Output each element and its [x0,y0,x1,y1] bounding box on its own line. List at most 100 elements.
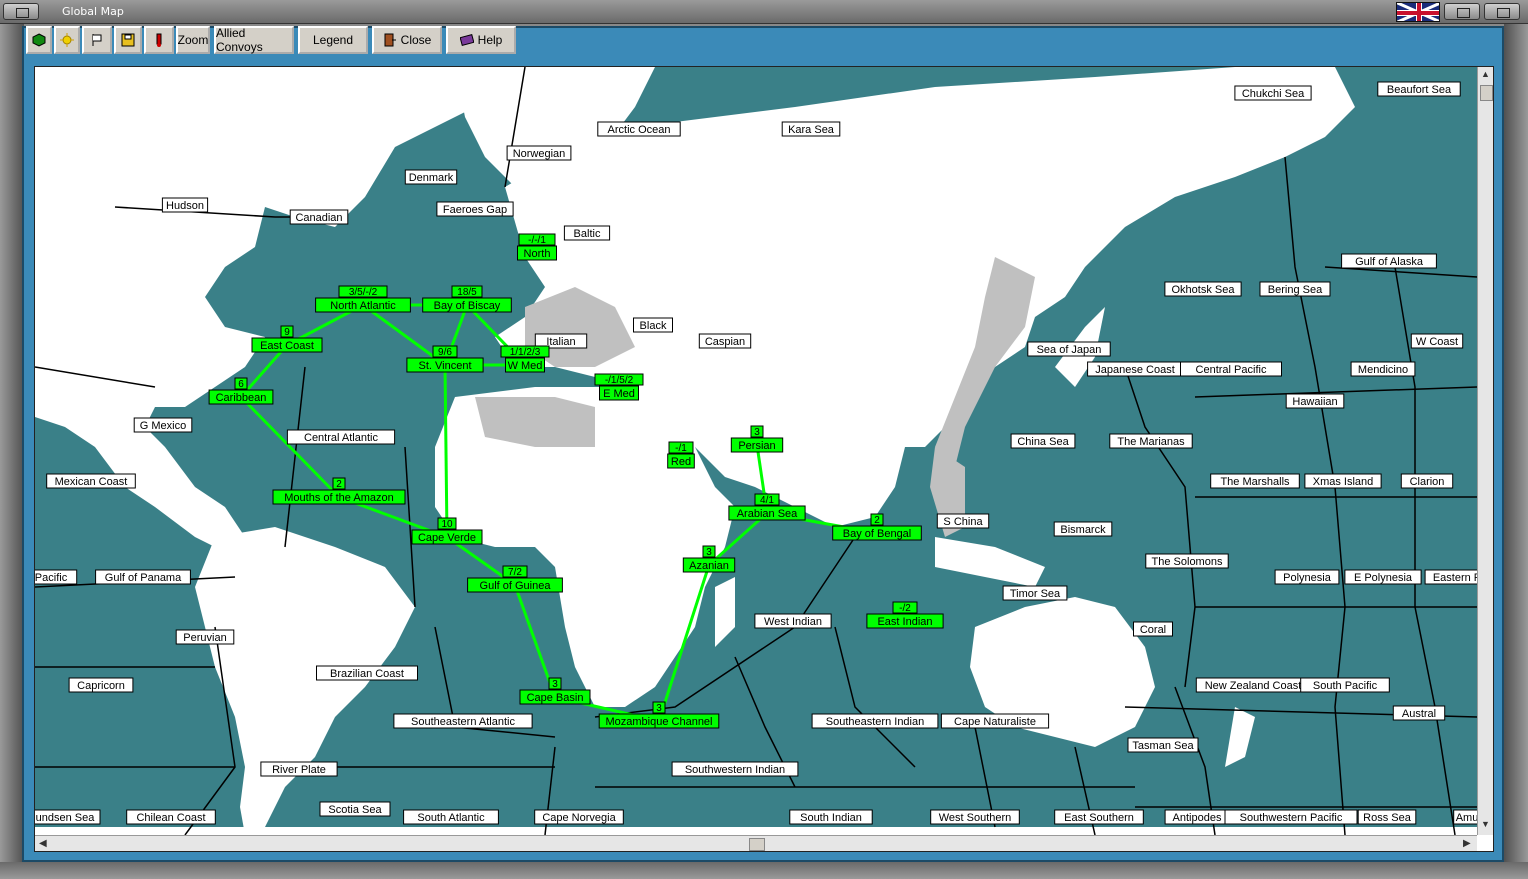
sea-zone-label[interactable]: West Indian [764,616,822,628]
sea-zone-label[interactable]: Bering Sea [1268,284,1323,296]
sea-zone-label[interactable]: River Plate [272,764,326,776]
sea-zone-label[interactable]: Japanese Coast [1095,364,1175,376]
convoy-count[interactable]: -/1 [675,443,687,454]
sea-zone-label[interactable]: undsen Sea [36,812,96,824]
convoy-zone-label[interactable]: East Coast [260,340,314,352]
scroll-right-arrow-icon[interactable]: ▶ [1463,838,1471,849]
sea-zone-label[interactable]: Coral [1140,624,1166,636]
sea-zone-label[interactable]: Hawaiian [1292,396,1337,408]
sea-zone-label[interactable]: China Sea [1017,436,1069,448]
convoy-count[interactable]: 2 [874,515,880,526]
sea-zone-label[interactable]: The Marshalls [1220,476,1290,488]
sea-zone-label[interactable]: The Marianas [1117,436,1185,448]
sea-zone-label[interactable]: Kara Sea [788,124,835,136]
sea-zone-label[interactable]: Bismarck [1060,524,1106,536]
sea-zone-label[interactable]: E Polynesia [1354,572,1413,584]
convoy-zone-label[interactable]: North [524,248,551,260]
convoy-count[interactable]: -/1/5/2 [605,375,634,386]
sea-zone-label[interactable]: West Southern [939,812,1012,824]
convoy-count[interactable]: 1/1/2/3 [510,347,541,358]
zoom-button[interactable]: Zoom [176,26,210,54]
sea-zone-label[interactable]: Pacific [35,572,68,584]
sea-zone-label[interactable]: Hudson [166,200,204,212]
sea-zone-label[interactable]: G Mexico [140,420,186,432]
hex-button[interactable] [26,26,52,54]
convoy-zone-label[interactable]: W Med [508,360,543,372]
convoy-zone-label[interactable]: Mozambique Channel [605,716,712,728]
sea-zone-label[interactable]: South Indian [800,812,862,824]
global-map-viewport[interactable]: Arctic Ocean Kara Sea Chukchi Sea Beaufort … [34,66,1494,852]
sea-zone-label[interactable]: Southwestern Indian [685,764,785,776]
sea-zone-label[interactable]: W Coast [1416,336,1458,348]
convoy-count[interactable]: 9/6 [438,347,452,358]
convoy-zone-label[interactable]: E Med [603,388,635,400]
system-menu-button[interactable] [3,3,39,20]
sea-zone-label[interactable]: New Zealand Coast [1205,680,1302,692]
convoy-zone-label[interactable]: Cape Verde [418,532,476,544]
convoy-zone-label[interactable]: Cape Basin [527,692,584,704]
sea-zone-label[interactable]: Gulf of Panama [105,572,182,584]
thermometer-button[interactable] [144,26,174,54]
scroll-left-arrow-icon[interactable]: ◀ [39,838,47,849]
convoy-count[interactable]: 3 [656,703,662,714]
sea-zone-label[interactable]: Canadian [295,212,342,224]
sea-zone-label[interactable]: Italian [546,336,575,348]
convoy-zone-label[interactable]: Mouths of the Amazon [284,492,393,504]
convoy-count[interactable]: 9 [284,327,290,338]
flag-button[interactable] [82,26,112,54]
sea-zone-label[interactable]: Southeastern Indian [826,716,924,728]
sea-zone-label[interactable]: Timor Sea [1010,588,1061,600]
sun-button[interactable] [54,26,80,54]
convoy-count[interactable]: -/-/1 [528,235,546,246]
sea-zone-label[interactable]: S China [943,516,983,528]
convoy-zone-label[interactable]: East Indian [877,616,932,628]
horizontal-scroll-thumb[interactable] [749,838,765,851]
sea-zone-label[interactable]: Xmas Island [1313,476,1374,488]
sea-zone-label[interactable]: Beaufort Sea [1387,84,1452,96]
sea-zone-label[interactable]: Southeastern Atlantic [411,716,515,728]
convoy-zone-label[interactable]: Caribbean [216,392,267,404]
sea-zone-label[interactable]: Scotia Sea [328,804,382,816]
convoy-zone-label[interactable]: Bay of Bengal [843,528,912,540]
sea-zone-label[interactable]: Okhotsk Sea [1172,284,1236,296]
sea-zone-label[interactable]: Faeroes Gap [443,204,507,216]
sea-zone-label[interactable]: Caspian [705,336,745,348]
help-button[interactable]: Help [446,26,516,54]
convoy-count[interactable]: 6 [238,379,244,390]
sea-zone-label[interactable]: Chukchi Sea [1242,88,1305,100]
vertical-scrollbar[interactable]: ▲ ▼ [1477,67,1493,835]
scroll-up-arrow-icon[interactable]: ▲ [1481,69,1490,79]
sea-zone-label[interactable]: Capricorn [77,680,125,692]
sea-zone-label[interactable]: Norwegian [513,148,566,160]
convoy-zone-label[interactable]: Persian [738,440,775,452]
convoy-zone-label[interactable]: Red [671,456,691,468]
sea-zone-label[interactable]: South Atlantic [417,812,485,824]
world-map[interactable]: Arctic Ocean Kara Sea Chukchi Sea Beaufort … [35,67,1477,835]
convoy-count[interactable]: 7/2 [508,567,522,578]
sea-zone-label[interactable]: Central Atlantic [304,432,378,444]
convoy-count[interactable]: 3 [754,427,760,438]
sea-zone-label[interactable]: Central Pacific [1196,364,1267,376]
sea-zone-label[interactable]: Cape Naturaliste [954,716,1036,728]
sea-zone-label[interactable]: Tasman Sea [1132,740,1194,752]
sea-zone-label[interactable]: Southwestern Pacific [1240,812,1343,824]
sea-zone-label[interactable]: Antipodes [1173,812,1222,824]
sea-zone-label[interactable]: Denmark [409,172,454,184]
sea-zone-label[interactable]: Chilean Coast [136,812,205,824]
sea-zone-label[interactable]: Brazilian Coast [330,668,404,680]
sea-zone-label[interactable]: Arctic Ocean [608,124,671,136]
convoy-count[interactable]: 2 [336,479,342,490]
allied-convoys-button[interactable]: Allied Convoys [214,26,294,54]
sea-zone-label[interactable]: Polynesia [1283,572,1332,584]
convoy-zone-label[interactable]: Gulf of Guinea [480,580,552,592]
scroll-down-arrow-icon[interactable]: ▼ [1481,819,1490,829]
sea-zone-label[interactable]: Mendicino [1358,364,1408,376]
convoy-count[interactable]: 3/5/-/2 [349,287,378,298]
convoy-count[interactable]: 18/5 [457,287,477,298]
convoy-count[interactable]: 4/1 [760,495,774,506]
sea-zone-label[interactable]: Amu [1456,812,1477,824]
convoy-zone-label[interactable]: North Atlantic [330,300,396,312]
sea-zone-label[interactable]: South Pacific [1313,680,1378,692]
horizontal-scrollbar[interactable]: ◀ ▶ [35,835,1477,851]
sea-zone-label[interactable]: Cape Norvegia [542,812,616,824]
